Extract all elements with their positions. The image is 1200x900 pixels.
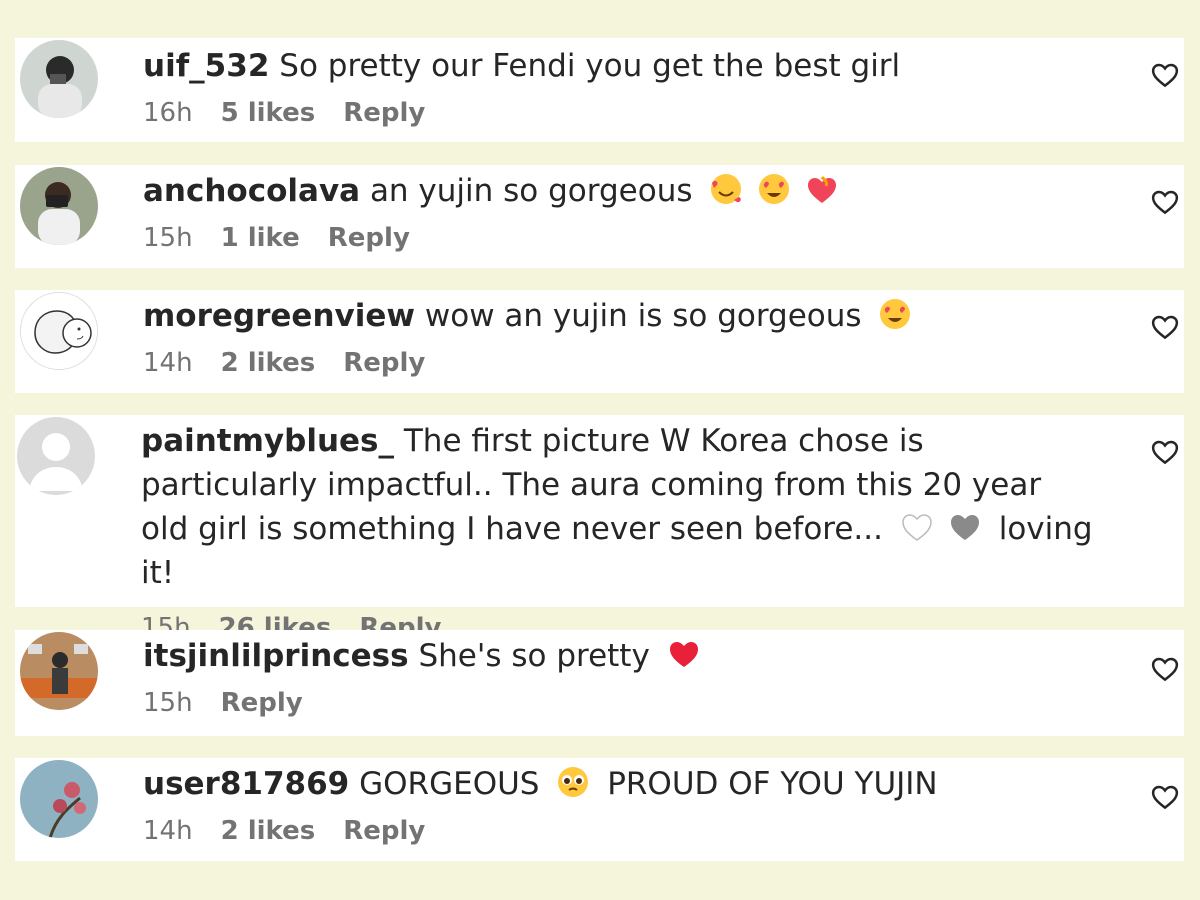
timestamp[interactable]: 15h bbox=[143, 688, 193, 718]
like-heart-icon[interactable] bbox=[1150, 60, 1180, 90]
comment-card: itsjinlilprincess She's so pretty 15h Rep… bbox=[15, 630, 1184, 736]
likes-count[interactable]: 2 likes bbox=[221, 816, 316, 846]
timestamp[interactable]: 14h bbox=[143, 816, 193, 846]
username[interactable]: anchocolava bbox=[143, 173, 360, 209]
white-heart-emoji bbox=[899, 509, 935, 545]
heart-on-fire-emoji bbox=[804, 171, 840, 207]
avatar[interactable] bbox=[20, 292, 98, 370]
reply-button[interactable]: Reply bbox=[343, 348, 425, 378]
timestamp[interactable]: 15h bbox=[143, 223, 193, 253]
comment-text: wow an yujin is so gorgeous bbox=[424, 298, 862, 334]
reply-button[interactable]: Reply bbox=[221, 688, 303, 718]
comment-text: an yujin so gorgeous bbox=[369, 173, 693, 209]
grey-heart-emoji bbox=[947, 509, 983, 545]
username[interactable]: uif_532 bbox=[143, 48, 269, 84]
avatar[interactable] bbox=[20, 632, 98, 710]
comment-card: anchocolava an yujin so gorgeous 15h 1 li… bbox=[15, 165, 1184, 268]
smiling-face-with-hearts-emoji bbox=[708, 171, 744, 207]
like-heart-icon[interactable] bbox=[1150, 782, 1180, 812]
likes-count[interactable]: 1 like bbox=[221, 223, 300, 253]
reply-button[interactable]: Reply bbox=[328, 223, 410, 253]
like-heart-icon[interactable] bbox=[1150, 654, 1180, 684]
comment-text-tail: PROUD OF YOU YUJIN bbox=[607, 766, 938, 802]
comment-card: paintmyblues_ The first picture W Korea … bbox=[15, 415, 1184, 643]
avatar[interactable] bbox=[20, 40, 98, 118]
heart-eyes-emoji bbox=[756, 171, 792, 207]
comment-text: GORGEOUS bbox=[359, 766, 540, 802]
timestamp[interactable]: 16h bbox=[143, 98, 193, 128]
username[interactable]: user817869 bbox=[143, 766, 349, 802]
like-heart-icon[interactable] bbox=[1150, 437, 1180, 467]
comment-card: user817869 GORGEOUS PROUD OF YOU YUJIN 1… bbox=[15, 758, 1184, 861]
username[interactable]: itsjinlilprincess bbox=[143, 638, 409, 674]
like-heart-icon[interactable] bbox=[1150, 312, 1180, 342]
comment-card: moregreenview wow an yujin is so gorgeou… bbox=[15, 290, 1184, 393]
heart-eyes-emoji bbox=[877, 296, 913, 332]
username[interactable]: paintmyblues_ bbox=[141, 423, 394, 459]
reply-button[interactable]: Reply bbox=[343, 98, 425, 128]
red-heart-emoji bbox=[666, 636, 702, 672]
comment-card: uif_532 So pretty our Fendi you get the … bbox=[15, 38, 1184, 142]
default-user-avatar-icon[interactable] bbox=[17, 417, 95, 495]
timestamp[interactable]: 14h bbox=[143, 348, 193, 378]
likes-count[interactable]: 2 likes bbox=[221, 348, 316, 378]
avatar[interactable] bbox=[20, 760, 98, 838]
comment-text: She's so pretty bbox=[418, 638, 650, 674]
pleading-face-emoji bbox=[555, 764, 591, 800]
reply-button[interactable]: Reply bbox=[343, 816, 425, 846]
likes-count[interactable]: 5 likes bbox=[221, 98, 316, 128]
comment-text: So pretty our Fendi you get the best gir… bbox=[279, 48, 901, 84]
like-heart-icon[interactable] bbox=[1150, 187, 1180, 217]
username[interactable]: moregreenview bbox=[143, 298, 415, 334]
avatar[interactable] bbox=[20, 167, 98, 245]
